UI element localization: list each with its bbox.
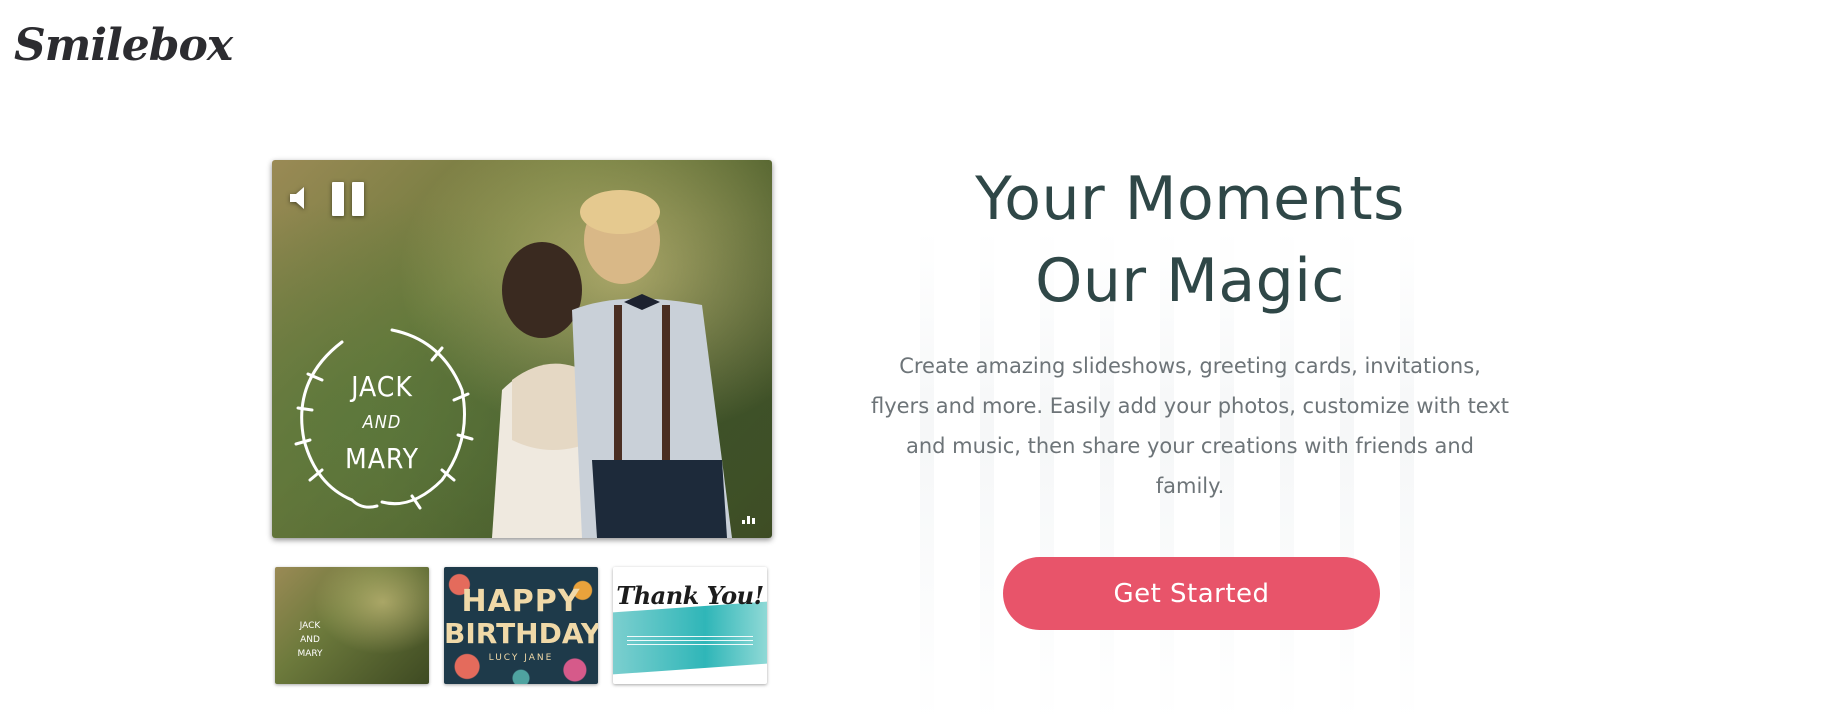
pause-icon[interactable] [332, 182, 368, 218]
birthday-line1: HAPPY [461, 584, 581, 619]
hero-headline: Your Moments Our Magic [880, 158, 1500, 322]
birthday-line3: LUCY JANE [488, 653, 554, 663]
hero-description: Create amazing slideshows, greeting card… [870, 354, 1510, 498]
template-thumbnails: JACK AND MARY HAPPY BIRTHDAY LUCY JANE T… [275, 567, 767, 684]
smilebox-logo[interactable]: Smilebox [14, 20, 233, 71]
man-figure [572, 190, 732, 538]
thumbnail-wedding[interactable]: JACK AND MARY [275, 567, 429, 684]
get-started-button[interactable]: Get Started [1003, 557, 1380, 630]
birthday-line2: BIRTHDAY [444, 617, 598, 650]
thumbnail-thank-you[interactable]: Thank You! [613, 567, 767, 684]
overlay-and: AND [362, 412, 402, 433]
headline-line-2: Our Magic [1035, 246, 1345, 316]
thumbnail-wedding-text: JACK AND MARY [297, 621, 323, 659]
overlay-name-2: MARY [344, 442, 420, 475]
overlay-name-1: JACK [351, 370, 413, 403]
hero-slideshow-preview[interactable]: JACK AND MARY [272, 160, 772, 538]
headline-line-1: Your Moments [975, 164, 1405, 234]
overlay-names: JACK AND MARY [282, 366, 482, 480]
fine-print [627, 633, 753, 645]
landing-page: Smilebox JACK AND MARY JACK AND MARY HAP… [0, 0, 1837, 723]
thumbnail-birthday[interactable]: HAPPY BIRTHDAY LUCY JANE [444, 567, 598, 684]
bar-chart-icon [742, 516, 755, 524]
thank-you-text: Thank You! [616, 581, 764, 610]
speaker-icon[interactable] [288, 184, 312, 212]
